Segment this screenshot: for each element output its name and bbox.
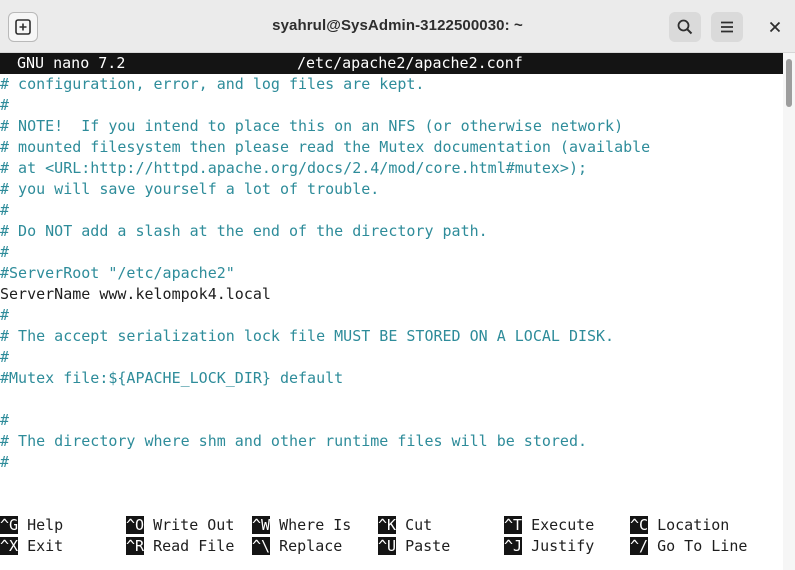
close-button[interactable] xyxy=(762,14,788,40)
hamburger-menu-icon xyxy=(721,21,733,33)
shortcut-label: Read File xyxy=(153,537,235,555)
search-icon xyxy=(677,19,693,35)
shortcut-key: ^C xyxy=(630,516,649,534)
shortcut-key: ^R xyxy=(126,537,145,555)
title-bar: syahrul@SysAdmin-3122500030: ~ xyxy=(0,0,795,53)
shortcut-label: Paste xyxy=(405,537,451,555)
shortcut-key: ^G xyxy=(0,516,19,534)
shortcut-key: ^/ xyxy=(630,537,649,555)
shortcut-read-file[interactable]: ^R Read File xyxy=(126,536,234,557)
editor-line[interactable]: # xyxy=(0,410,9,431)
editor-line[interactable]: # The directory where shm and other runt… xyxy=(0,431,587,452)
scrollbar-thumb[interactable] xyxy=(786,59,792,107)
editor-line[interactable]: # xyxy=(0,242,9,263)
nano-header-bar: GNU nano 7.2 /etc/apache2/apache2.conf xyxy=(0,53,783,74)
close-icon xyxy=(769,21,781,33)
shortcut-label: Cut xyxy=(405,516,433,534)
shortcut-label: Execute xyxy=(531,516,595,534)
editor-line[interactable]: # xyxy=(0,452,9,473)
shortcut-key: ^O xyxy=(126,516,145,534)
shortcut-exit[interactable]: ^X Exit xyxy=(0,536,63,557)
scrollbar[interactable] xyxy=(783,53,795,570)
editor-line-servername[interactable]: ServerName www.kelompok4.local xyxy=(0,284,271,305)
editor-line[interactable]: # NOTE! If you intend to place this on a… xyxy=(0,116,623,137)
shortcut-label: Exit xyxy=(27,537,64,555)
shortcut-where-is[interactable]: ^W Where Is xyxy=(252,515,351,536)
editor-line[interactable]: #Mutex file:${APACHE_LOCK_DIR} default xyxy=(0,368,343,389)
editor-line[interactable]: # Do NOT add a slash at the end of the d… xyxy=(0,221,488,242)
shortcut-label: Write Out xyxy=(153,516,235,534)
shortcut-location[interactable]: ^C Location xyxy=(630,515,729,536)
shortcut-label: Help xyxy=(27,516,64,534)
search-button[interactable] xyxy=(669,12,701,42)
shortcut-key: ^U xyxy=(378,537,397,555)
shortcut-execute[interactable]: ^T Execute xyxy=(504,515,594,536)
shortcut-label: Justify xyxy=(531,537,595,555)
editor-line[interactable]: # xyxy=(0,347,9,368)
terminal-content[interactable]: GNU nano 7.2 /etc/apache2/apache2.conf #… xyxy=(0,53,783,570)
nano-version: GNU nano 7.2 xyxy=(17,54,126,72)
shortcut-key: ^W xyxy=(252,516,271,534)
editor-line[interactable]: # xyxy=(0,95,9,116)
terminal-window: syahrul@SysAdmin-3122500030: ~ GNU nano … xyxy=(0,0,795,570)
shortcut-write-out[interactable]: ^O Write Out xyxy=(126,515,234,536)
shortcut-replace[interactable]: ^\ Replace xyxy=(252,536,342,557)
shortcut-help[interactable]: ^G Help xyxy=(0,515,63,536)
shortcut-key: ^K xyxy=(378,516,397,534)
shortcut-label: Replace xyxy=(279,537,343,555)
editor-line[interactable]: # mounted filesystem then please read th… xyxy=(0,137,650,158)
shortcut-key: ^X xyxy=(0,537,19,555)
shortcut-label: Location xyxy=(657,516,730,534)
editor-line[interactable]: # xyxy=(0,305,9,326)
shortcut-go-to-line[interactable]: ^/ Go To Line xyxy=(630,536,747,557)
shortcut-key: ^T xyxy=(504,516,523,534)
shortcut-justify[interactable]: ^J Justify xyxy=(504,536,594,557)
shortcut-key: ^J xyxy=(504,537,523,555)
shortcut-label: Where Is xyxy=(279,516,352,534)
file-name: /etc/apache2/apache2.conf xyxy=(297,54,523,72)
shortcut-cut[interactable]: ^K Cut xyxy=(378,515,432,536)
editor-line[interactable]: # configuration, error, and log files ar… xyxy=(0,74,424,95)
menu-button[interactable] xyxy=(711,12,743,42)
editor-line[interactable]: # xyxy=(0,200,9,221)
editor-line[interactable]: # The accept serialization lock file MUS… xyxy=(0,326,614,347)
shortcut-paste[interactable]: ^U Paste xyxy=(378,536,450,557)
editor-line[interactable]: # at <URL:http://httpd.apache.org/docs/2… xyxy=(0,158,587,179)
editor-line[interactable]: # you will save yourself a lot of troubl… xyxy=(0,179,379,200)
editor-line[interactable]: #ServerRoot "/etc/apache2" xyxy=(0,263,235,284)
shortcut-key: ^\ xyxy=(252,537,271,555)
shortcut-label: Go To Line xyxy=(657,537,748,555)
